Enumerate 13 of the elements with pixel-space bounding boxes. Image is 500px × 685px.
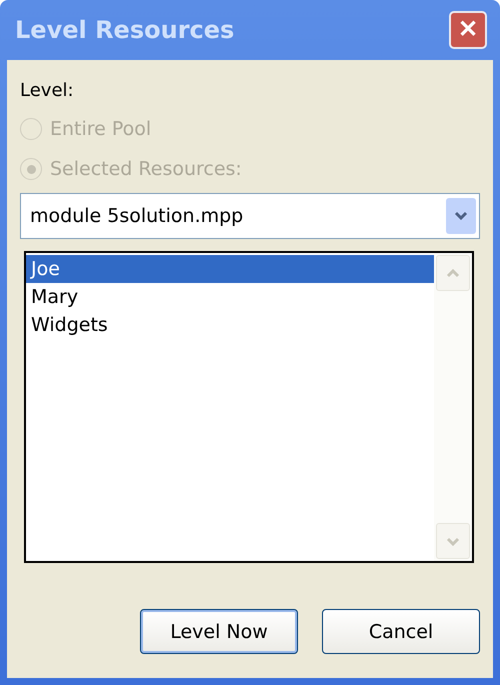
level-label: Level: — [20, 80, 75, 101]
close-button[interactable]: ✕ — [449, 11, 487, 49]
dialog-button[interactable]: Level Now — [140, 609, 298, 654]
scroll-down-icon[interactable] — [436, 523, 470, 559]
project-dropdown[interactable]: module 5solution.mpp — [20, 193, 480, 239]
radio-label: Entire Pool — [50, 118, 152, 140]
radio-label: Selected Resources: — [50, 158, 242, 180]
scroll-up-icon[interactable] — [436, 255, 470, 291]
dialog-button[interactable]: Cancel — [322, 609, 480, 654]
list-item[interactable]: Mary — [26, 283, 434, 311]
window-title: Level Resources — [15, 16, 234, 44]
list-item[interactable]: Widgets — [26, 311, 434, 339]
list-item[interactable]: Joe — [26, 255, 434, 283]
